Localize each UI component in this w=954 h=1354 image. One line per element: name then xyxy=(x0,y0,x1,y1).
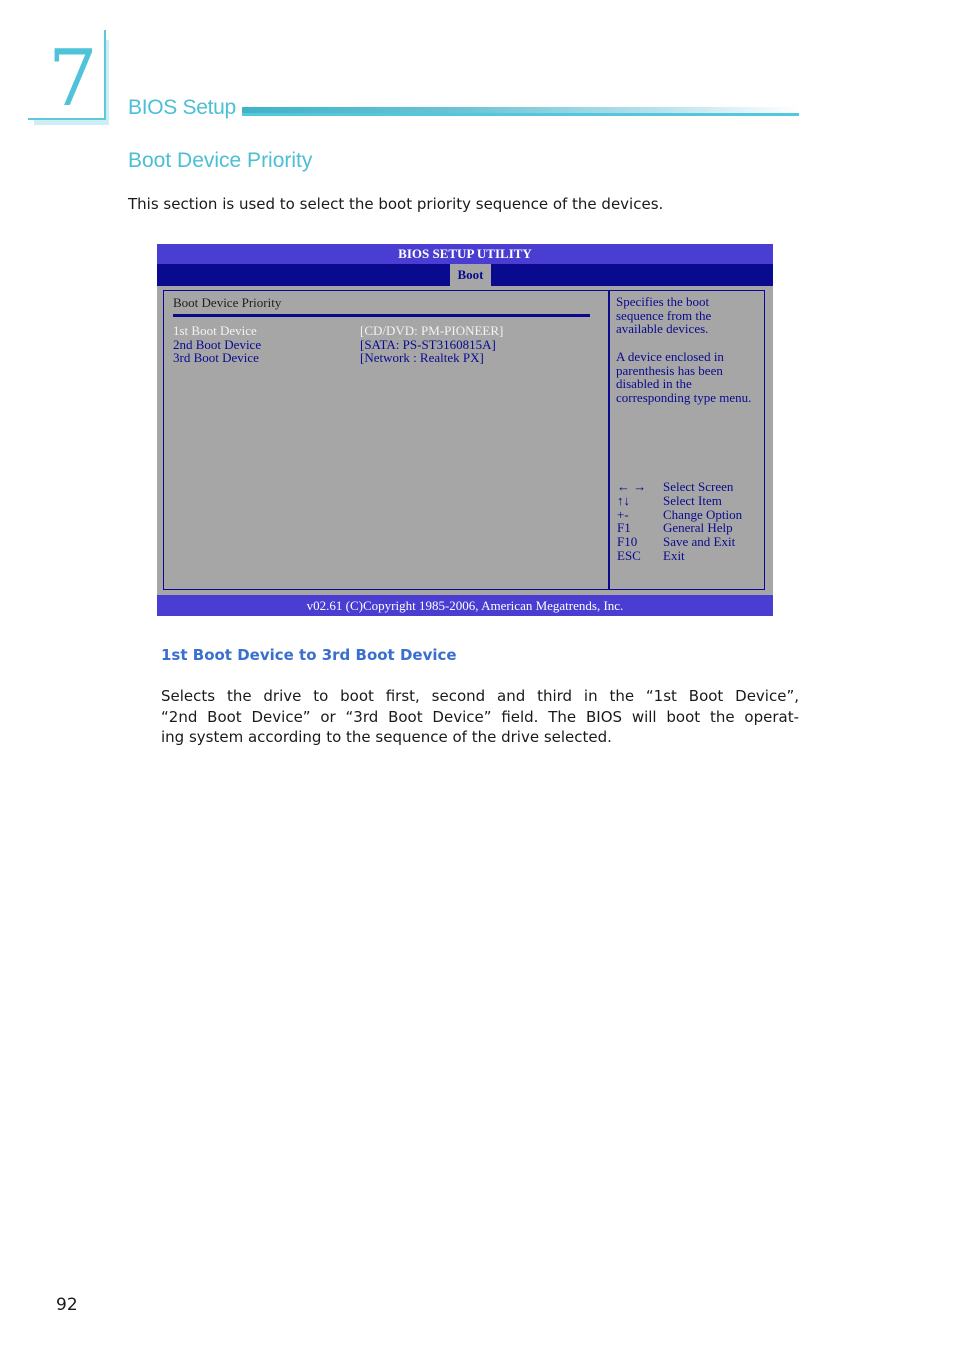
bios-help-panel: Specifies the boot sequence from the ava… xyxy=(609,290,765,590)
arrow-up-down-icon: ↑↓ xyxy=(617,492,630,508)
chapter-number: 7 xyxy=(48,34,98,124)
key-f1: F1 xyxy=(617,520,631,536)
key-plus-minus: +- xyxy=(617,506,629,522)
key-f10: F10 xyxy=(617,534,638,550)
tab-boot[interactable]: Boot xyxy=(450,264,491,286)
key-description: Select Item xyxy=(663,492,722,508)
help-paragraph: A device enclosed in parenthesis has bee… xyxy=(616,348,752,405)
page-number: 92 xyxy=(56,1295,78,1315)
chapter-rule-underline xyxy=(242,113,799,116)
bios-tab-bar: Boot xyxy=(157,264,773,286)
body-line: “2nd Boot Device” or “3rd Boot Device” f… xyxy=(161,707,799,726)
key-esc: ESC xyxy=(617,547,641,563)
subsection-body: Selects the drive to boot first, second … xyxy=(161,686,799,748)
key-description: Select Screen xyxy=(663,479,734,494)
key-description: Save and Exit xyxy=(663,534,736,550)
key-description: General Help xyxy=(663,520,733,536)
bios-copyright-bar: v02.61 (C)Copyright 1985-2006, American … xyxy=(157,595,773,616)
bios-settings-panel: Boot Device Priority 1st Boot Device [CD… xyxy=(163,290,609,590)
bios-title-bar: BIOS SETUP UTILITY xyxy=(157,244,773,264)
boot-device-value[interactable]: [CD/DVD: PM-PIONEER] xyxy=(360,324,503,338)
boot-device-value[interactable]: [Network : Realtek PX] xyxy=(360,351,484,365)
help-text: Specifies the boot sequence from the ava… xyxy=(616,295,756,418)
body-line: ing system according to the sequence of … xyxy=(161,728,612,746)
panel-divider xyxy=(173,314,590,317)
arrow-left-right-icon: ← → xyxy=(617,479,647,494)
chapter-title: BIOS Setup xyxy=(128,96,236,119)
body-line: Selects the drive to boot first, second … xyxy=(161,687,799,705)
section-title: Boot Device Priority xyxy=(128,149,313,172)
bios-screenshot: BIOS SETUP UTILITY Boot Boot Device Prio… xyxy=(157,244,773,616)
section-intro: This section is used to select the boot … xyxy=(128,195,664,213)
boot-device-label: 3rd Boot Device xyxy=(173,350,259,366)
help-paragraph: Specifies the boot sequence from the ava… xyxy=(616,294,712,337)
key-description: Exit xyxy=(663,547,685,563)
panel-heading: Boot Device Priority xyxy=(173,295,282,310)
subsection-title: 1st Boot Device to 3rd Boot Device xyxy=(161,646,457,664)
boot-device-label: 1st Boot Device xyxy=(173,323,257,338)
key-description: Change Option xyxy=(663,506,743,522)
